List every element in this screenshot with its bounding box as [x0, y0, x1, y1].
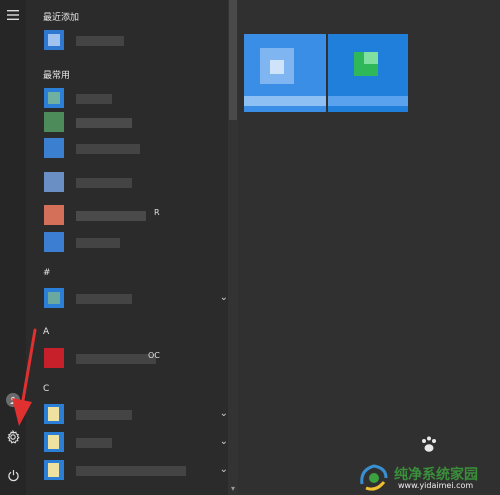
- list-item[interactable]: ⌄: [42, 402, 228, 426]
- watermark-url: www.yidaimei.com: [398, 481, 474, 490]
- app-label-fragment: R: [154, 208, 160, 217]
- app-tile-icon: [44, 205, 64, 225]
- list-item[interactable]: ⌄: [42, 458, 228, 482]
- section-most-used: 最常用: [43, 71, 71, 81]
- list-item[interactable]: OC: [42, 346, 228, 370]
- watermark-logo-icon: [360, 464, 388, 491]
- list-item[interactable]: [42, 28, 228, 52]
- app-list-scrollbar[interactable]: ▾: [228, 0, 238, 495]
- list-item[interactable]: R: [42, 203, 228, 227]
- app-tile-icon: [44, 404, 64, 424]
- chevron-down-icon[interactable]: ⌄: [220, 436, 228, 447]
- app-tile-icon: [44, 288, 64, 308]
- app-tile-icon: [44, 460, 64, 480]
- start-menu: 最近添加 最常用 R # ⌄ A OC C ⌄ ⌄ ⌄ ▾ 纯净系统家园 www…: [0, 0, 500, 495]
- start-tile[interactable]: [244, 34, 326, 112]
- power-icon: [7, 469, 19, 481]
- section-a: A: [43, 327, 50, 337]
- app-tile-icon: [44, 138, 64, 158]
- list-item[interactable]: [42, 110, 228, 134]
- hamburger-icon: [7, 10, 19, 20]
- app-tile-icon: [44, 348, 64, 368]
- chevron-down-icon[interactable]: ⌄: [220, 464, 228, 475]
- list-item[interactable]: [42, 230, 228, 254]
- app-label-fragment: OC: [148, 351, 160, 360]
- chevron-down-icon[interactable]: ⌄: [220, 408, 228, 419]
- app-tile-icon: [44, 30, 64, 50]
- chevron-down-icon[interactable]: ⌄: [220, 292, 228, 303]
- list-item[interactable]: [42, 136, 228, 160]
- expand-menu-button[interactable]: [0, 2, 26, 28]
- power-button[interactable]: [0, 462, 26, 488]
- list-item[interactable]: [42, 170, 228, 194]
- watermark: 纯净系统家园 www.yidaimei.com: [358, 462, 498, 492]
- gear-icon: [7, 430, 20, 444]
- list-item[interactable]: ⌄: [42, 430, 228, 454]
- red-arrow-annotation: [12, 328, 37, 426]
- section-hash: #: [43, 268, 51, 278]
- list-item[interactable]: ⌄: [42, 286, 228, 310]
- app-tile-icon: [44, 88, 64, 108]
- app-tile-icon: [44, 172, 64, 192]
- section-recently-added: 最近添加: [43, 13, 80, 23]
- section-c: C: [43, 384, 50, 394]
- paw-icon: [422, 436, 436, 452]
- start-tiles-panel: [238, 0, 500, 495]
- start-tile[interactable]: [328, 34, 408, 112]
- app-list[interactable]: 最近添加 最常用 R # ⌄ A OC C ⌄ ⌄ ⌄: [26, 0, 228, 495]
- scroll-down-arrow-icon[interactable]: ▾: [228, 484, 238, 494]
- scrollbar-thumb[interactable]: [229, 0, 237, 120]
- app-tile-icon: [44, 232, 64, 252]
- app-tile-icon: [44, 432, 64, 452]
- list-item[interactable]: [42, 86, 228, 110]
- app-tile-icon: [44, 112, 64, 132]
